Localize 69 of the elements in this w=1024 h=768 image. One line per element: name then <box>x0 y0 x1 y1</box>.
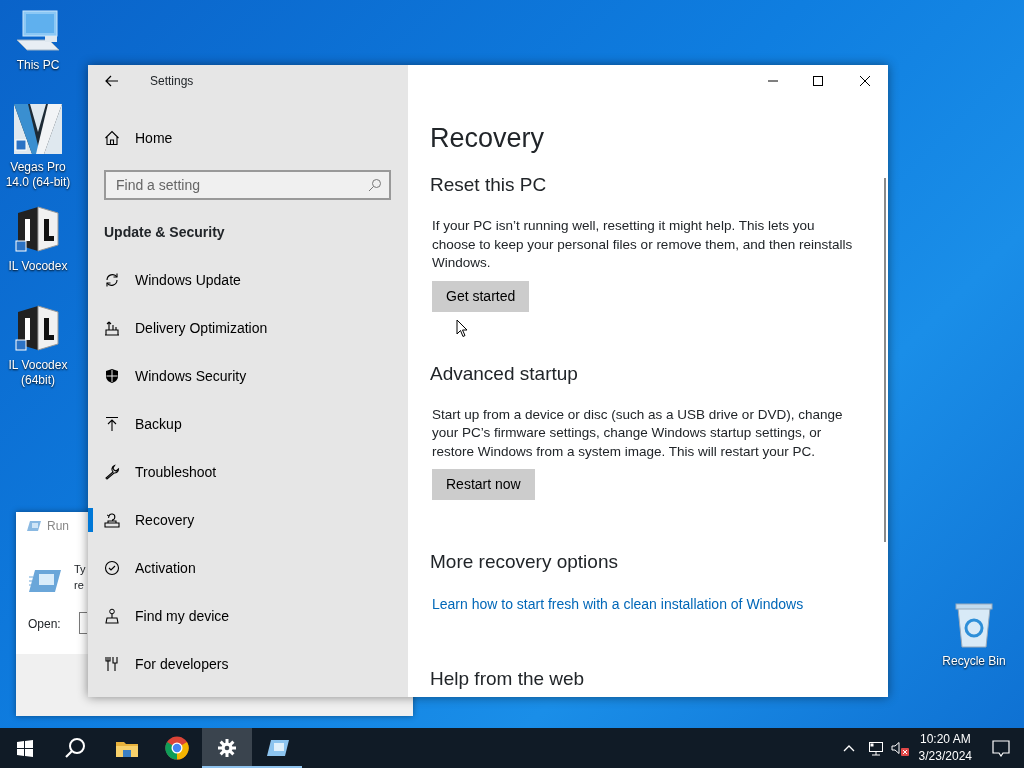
upload-icon <box>104 320 120 336</box>
tools-icon <box>104 656 120 672</box>
icon-label: IL Vocodex <box>8 259 68 274</box>
description-text: Start up from a device or disc (such as a USB drive or DVD), change your PC’s firmware settings, change Windows startup settings, or restore Windows from a system image. This will restart your PC. <box>432 405 844 461</box>
icon-label: Recycle Bin <box>942 654 1006 669</box>
sidebar-item[interactable]: Activation <box>88 544 408 592</box>
volume-muted-icon[interactable] <box>890 740 911 756</box>
shield-icon <box>104 368 120 384</box>
taskbar-button[interactable] <box>202 728 252 768</box>
sidebar-item[interactable]: Windows Update <box>88 256 408 304</box>
clock[interactable]: 10:20 AM 3/23/2024 <box>918 731 972 765</box>
run-icon <box>265 739 289 757</box>
search-field[interactable]: Find a setting <box>104 170 391 200</box>
person-icon <box>104 608 120 624</box>
action-button[interactable]: Get started <box>432 280 530 312</box>
section-heading: Reset this PC <box>430 173 548 197</box>
icon-label: IL Vocodex (64bit) <box>7 358 69 388</box>
icon-label: This PC <box>16 58 60 73</box>
sidebar-item[interactable]: For developers <box>88 640 408 688</box>
sidebar-item[interactable]: Backup <box>88 400 408 448</box>
chrome-icon <box>165 736 189 760</box>
sidebar-item[interactable]: Windows Security <box>88 352 408 400</box>
selection-indicator <box>88 508 93 532</box>
window-title: Run <box>47 518 69 535</box>
sidebar-item[interactable]: Find my device <box>88 592 408 640</box>
open-label: Open: <box>28 616 61 633</box>
section-heading: Advanced startup <box>430 361 579 386</box>
app-icon[interactable] <box>14 104 62 154</box>
app-icon[interactable] <box>14 205 62 253</box>
mouse-pointer-icon <box>456 319 468 338</box>
upload-arrow-icon <box>104 416 120 432</box>
window-title: Settings <box>150 73 194 90</box>
page-title: Recovery <box>430 122 546 155</box>
notifications-icon[interactable] <box>992 739 1010 757</box>
close-icon <box>860 76 870 86</box>
search-icon <box>368 178 382 192</box>
home-link[interactable]: Home <box>88 122 408 154</box>
run-icon <box>29 569 61 593</box>
home-icon <box>104 130 120 146</box>
description-text: Ty <box>74 562 86 576</box>
icon-label: Vegas Pro 14.0 (64-bit) <box>4 160 72 190</box>
search-icon <box>65 738 85 758</box>
help-link[interactable]: Learn how to start fresh with a clean installation of Windows <box>432 594 804 614</box>
refresh-icon <box>104 272 120 288</box>
section-heading: Help from the web <box>430 668 586 690</box>
run-icon <box>27 520 41 532</box>
windows-logo-icon <box>17 739 33 757</box>
network-icon[interactable] <box>867 740 884 756</box>
computer-icon[interactable] <box>15 10 61 52</box>
section-heading: More recovery options <box>430 550 619 574</box>
maximize-icon <box>813 76 823 86</box>
recycle-bin-icon[interactable] <box>954 602 994 648</box>
sidebar-item[interactable]: Delivery Optimization <box>88 304 408 352</box>
chevron-up-icon[interactable] <box>842 744 855 752</box>
section-title: Update & Security <box>104 223 226 242</box>
action-button[interactable]: Restart now <box>432 469 535 500</box>
back-arrow-icon <box>105 75 119 87</box>
checkmark-circle-icon <box>104 560 120 576</box>
gear-icon <box>218 739 236 757</box>
folder-icon <box>116 739 138 757</box>
wrench-icon <box>104 464 120 480</box>
description-text: re <box>74 578 84 592</box>
scrollbar[interactable] <box>884 178 886 542</box>
app-icon[interactable] <box>14 304 62 352</box>
open-field[interactable] <box>79 612 87 634</box>
sidebar-item[interactable]: Troubleshoot <box>88 448 408 496</box>
description-text: If your PC isn’t running well, resetting it might help. This lets you choose to keep your personal files or remove them, and then reinstalls Windows. <box>432 217 854 272</box>
recovery-icon <box>104 512 120 528</box>
back-button[interactable] <box>105 75 119 87</box>
